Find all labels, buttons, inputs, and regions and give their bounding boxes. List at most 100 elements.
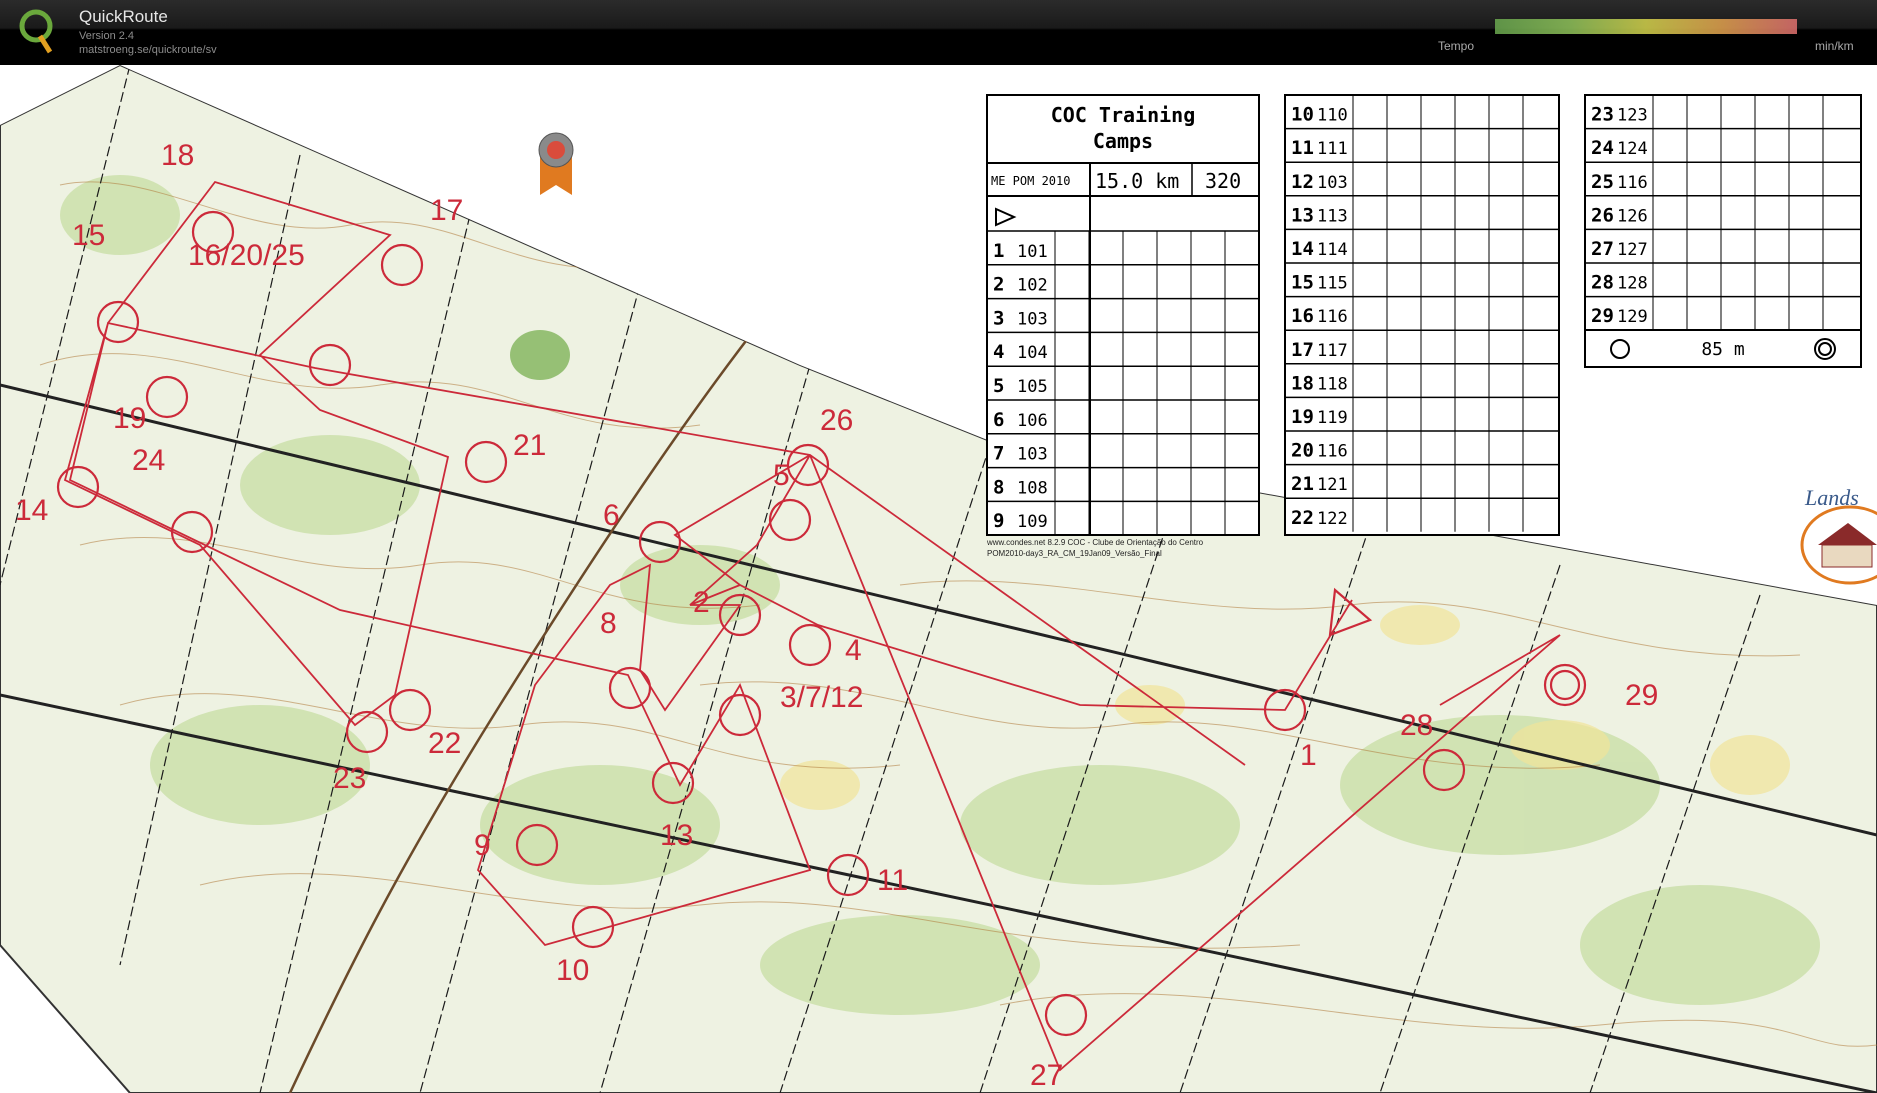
control-desc-code: 118 bbox=[1317, 374, 1348, 394]
control-label-14: 14 bbox=[15, 494, 48, 527]
course-description-table-3: 23 12324 12425 11626 12627 12728 12829 129 85 m bbox=[1584, 94, 1862, 368]
control-label-4: 4 bbox=[845, 634, 862, 667]
course-description-table-2: 10 11011 11112 10313 11314 11415 11516 11617 117… bbox=[1284, 94, 1560, 536]
control-desc-number: 6 bbox=[993, 409, 1004, 431]
control-desc-number: 8 bbox=[993, 476, 1004, 498]
control-label-10: 10 bbox=[556, 954, 589, 987]
control-label-18: 18 bbox=[161, 139, 194, 172]
control-desc-code: 104 bbox=[1017, 343, 1048, 363]
app-url[interactable]: matstroeng.se/quickroute/sv bbox=[79, 44, 217, 56]
control-desc-code: 129 bbox=[1617, 307, 1648, 327]
control-desc-code: 127 bbox=[1617, 240, 1648, 260]
control-desc-number: 13 bbox=[1291, 204, 1314, 226]
control-label-23: 23 bbox=[333, 762, 366, 795]
control-desc-number: 14 bbox=[1291, 238, 1314, 260]
control-desc-code: 124 bbox=[1617, 139, 1648, 159]
control-desc-code: 108 bbox=[1017, 478, 1048, 498]
control-desc-code: 103 bbox=[1017, 309, 1048, 329]
course-description-table-1: COC Training Camps ME POM 2010 15.0 km 3… bbox=[986, 94, 1260, 536]
control-desc-number: 21 bbox=[1291, 473, 1314, 495]
control-label-21: 21 bbox=[513, 429, 546, 462]
control-desc-number: 3 bbox=[993, 307, 1004, 329]
app-version: Version 2.4 bbox=[79, 30, 135, 42]
orienteering-map[interactable]: 1 2 3/7/12 4 5 6 8 9 10 11 13 14 15 16/2… bbox=[0, 65, 1877, 1093]
tempo-color-scale bbox=[1495, 19, 1797, 34]
control-desc-number: 25 bbox=[1591, 171, 1614, 193]
unit-label: min/km bbox=[1815, 39, 1854, 53]
control-label-1: 1 bbox=[1300, 739, 1317, 772]
control-label-5: 5 bbox=[773, 459, 790, 492]
control-label-22: 22 bbox=[428, 727, 461, 760]
control-desc-code: 121 bbox=[1317, 475, 1348, 495]
quickroute-logo bbox=[19, 9, 53, 54]
control-desc-code: 106 bbox=[1017, 411, 1048, 431]
control-desc-code: 115 bbox=[1317, 274, 1348, 294]
control-desc-number: 5 bbox=[993, 375, 1004, 397]
map-footer-line1: www.condes.net 8.2.9 COC - Clube de Orie… bbox=[986, 538, 1204, 547]
control-label-16-20-25: 16/20/25 bbox=[188, 239, 305, 272]
control-desc-number: 22 bbox=[1291, 507, 1314, 529]
control-label-11: 11 bbox=[877, 864, 908, 897]
map-footer-line2: POM2010-day3_RA_CM_19Jan09_Versão_Final bbox=[987, 549, 1162, 558]
finish-distance: 85 m bbox=[1701, 339, 1744, 360]
control-desc-number: 9 bbox=[993, 510, 1004, 532]
control-desc-number: 19 bbox=[1291, 406, 1314, 428]
course-climb: 320 bbox=[1205, 169, 1241, 193]
map-canvas[interactable]: 1 2 3/7/12 4 5 6 8 9 10 11 13 14 15 16/2… bbox=[0, 65, 1877, 1093]
event-code: ME POM 2010 bbox=[991, 174, 1070, 188]
control-label-19: 19 bbox=[113, 402, 146, 435]
control-label-17: 17 bbox=[430, 194, 463, 227]
control-desc-code: 116 bbox=[1317, 307, 1348, 327]
control-desc-code: 105 bbox=[1017, 377, 1048, 397]
control-desc-number: 20 bbox=[1291, 440, 1314, 462]
control-desc-code: 103 bbox=[1017, 445, 1048, 465]
control-desc-code: 117 bbox=[1317, 341, 1348, 361]
control-desc-number: 23 bbox=[1591, 104, 1614, 126]
control-desc-number: 29 bbox=[1591, 305, 1614, 327]
control-desc-code: 128 bbox=[1617, 274, 1648, 294]
control-desc-number: 16 bbox=[1291, 305, 1314, 327]
control-label-3-7-12: 3/7/12 bbox=[780, 681, 863, 714]
control-desc-code: 110 bbox=[1317, 106, 1348, 126]
title-bar: QuickRoute Version 2.4 matstroeng.se/qui… bbox=[0, 0, 1877, 65]
control-desc-number: 18 bbox=[1291, 372, 1314, 394]
control-desc-code: 123 bbox=[1617, 106, 1648, 126]
control-desc-number: 4 bbox=[993, 341, 1004, 363]
control-desc-number: 7 bbox=[993, 443, 1004, 465]
control-desc-code: 101 bbox=[1017, 242, 1048, 262]
control-desc-code: 109 bbox=[1017, 512, 1048, 532]
control-label-24: 24 bbox=[132, 444, 165, 477]
control-desc-code: 103 bbox=[1317, 173, 1348, 193]
control-label-15: 15 bbox=[72, 219, 105, 252]
svg-text:Lands: Lands bbox=[1804, 485, 1859, 510]
course-title-line1: COC Training bbox=[1051, 103, 1196, 127]
control-desc-code: 116 bbox=[1317, 442, 1348, 462]
control-desc-number: 1 bbox=[993, 240, 1004, 262]
control-desc-code: 114 bbox=[1317, 240, 1348, 260]
control-desc-number: 12 bbox=[1291, 171, 1314, 193]
control-label-27: 27 bbox=[1030, 1059, 1063, 1092]
control-desc-code: 122 bbox=[1317, 509, 1348, 529]
control-desc-number: 17 bbox=[1291, 339, 1314, 361]
control-desc-number: 27 bbox=[1591, 238, 1614, 260]
control-label-13: 13 bbox=[660, 819, 693, 852]
control-label-29: 29 bbox=[1625, 679, 1658, 712]
control-desc-number: 11 bbox=[1291, 137, 1314, 159]
control-label-28: 28 bbox=[1400, 709, 1433, 742]
app-title: QuickRoute bbox=[79, 7, 168, 26]
control-desc-number: 24 bbox=[1591, 137, 1614, 159]
control-desc-number: 28 bbox=[1591, 272, 1614, 294]
control-desc-code: 102 bbox=[1017, 276, 1048, 296]
control-label-9: 9 bbox=[474, 829, 491, 862]
control-desc-code: 111 bbox=[1317, 139, 1348, 159]
control-label-2: 2 bbox=[693, 586, 710, 619]
tempo-label: Tempo bbox=[1438, 39, 1475, 53]
control-desc-code: 113 bbox=[1317, 206, 1348, 226]
control-desc-number: 2 bbox=[993, 274, 1004, 296]
control-desc-number: 15 bbox=[1291, 272, 1314, 294]
control-desc-code: 116 bbox=[1617, 173, 1648, 193]
control-label-6: 6 bbox=[603, 499, 620, 532]
course-length: 15.0 km bbox=[1095, 169, 1179, 193]
control-desc-code: 119 bbox=[1317, 408, 1348, 428]
control-desc-code: 126 bbox=[1617, 206, 1648, 226]
